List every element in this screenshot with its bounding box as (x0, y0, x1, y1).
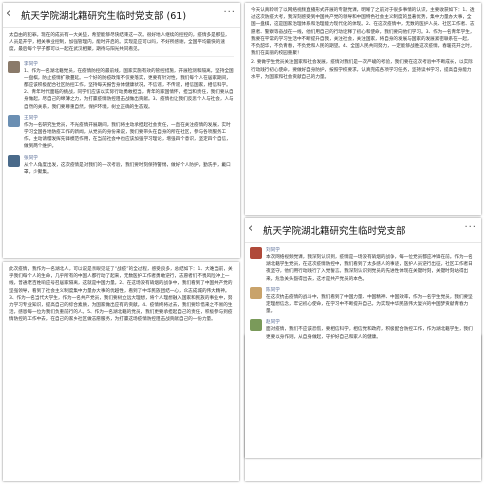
sender-name: 陈同学 (266, 287, 280, 293)
screenshot-panel-4: 此次疫情，我作为一名湖北人，可以说是亲眼见证了“战疫”的全过程，感受良多，总结如… (3, 262, 239, 481)
chat-message: 张同学 从个人角度出发，这次疫情是对我们的一次考验，我们要时刻保持警惕，做好个人… (3, 153, 240, 178)
sender-name: 刘同学 (266, 248, 280, 253)
back-icon[interactable]: ‹ (248, 221, 253, 236)
chat-message: 赵同学 面对疫情，我们不应该恐慌，要相信科学，相信党和政府，积极配合防控工作，作… (245, 317, 481, 342)
avatar[interactable] (250, 286, 262, 299)
chat-message: 陈同学 在这次抗击疫情的战斗中，我们看到了中国力量、中国精神、中国效率，作为一名… (245, 285, 481, 318)
screenshot-panel-3: ‹ 航天学院湖北籍研究生临时党支部 ··· 刘同学 本次网络视频党课，我深刻认识… (245, 218, 481, 458)
more-icon[interactable]: ··· (464, 222, 477, 233)
message-text: 在这次抗击疫情的战斗中，我们看到了中国力量、中国精神、中国效率，作为一名学生党员… (266, 294, 473, 315)
chat-header: ‹ 航天学院湖北籍研究生临时党支部 (61) ··· (3, 3, 240, 28)
message-text: 本次网络视频党课，我深刻认识到，疫情是一场没有硝烟的战争，每一位党员都应冲锋在前… (266, 255, 473, 282)
intro-text: 太自由的犯罪。现在的成员有一大关些，希望能够尽快结束这一次。很好地人继续的控控的… (9, 33, 230, 53)
sender-name: 王同学 (24, 115, 38, 121)
sender-name: 赵同学 (266, 320, 280, 326)
chat-message: 王同学 作为一名研究生党员，不光疫情开展期间，我们将主动承担起社会责任，一直在关… (3, 113, 240, 153)
avatar[interactable] (250, 247, 262, 259)
reflection-text-continued: 2. 要做学生党员关注国家和社会发展，疫情对我们是一次严峻的考验，我们要在这次考… (251, 60, 473, 80)
chat-header: ‹ 航天学院湖北籍研究生临时党支部 ··· (245, 218, 481, 243)
screenshot-panel-2: 今天认真聆听了以网络视频直播形式开展的专题党课，明晰了之前对于很多事情的认识，主… (245, 3, 481, 215)
avatar[interactable] (8, 154, 20, 167)
back-icon[interactable]: ‹ (6, 6, 11, 21)
reflection-text: 此次疫情，我作为一名湖北人，可以说是亲眼见证了“战疫”的全过程，感受良多，总结如… (9, 267, 233, 323)
avatar[interactable] (8, 114, 20, 127)
avatar[interactable] (250, 319, 262, 332)
avatar[interactable] (8, 60, 20, 73)
sender-name: 李同学 (24, 61, 38, 67)
screenshot-panel-1: ‹ 航天学院湖北籍研究生临时党支部 (61) ··· 太自由的犯罪。现在的成员有… (3, 3, 240, 258)
chat-message: 李同学 1、作为一名湖北籍党员，在疫情防控的最前线，国家实施有效的管控措施，开展… (3, 59, 240, 113)
more-icon[interactable]: ··· (223, 7, 236, 18)
chat-title: 航天学院湖北籍研究生临时党支部 (263, 226, 406, 237)
chat-message: 刘同学 本次网络视频党课，我深刻认识到，疫情是一场没有硝烟的战争，每一位党员都应… (245, 243, 481, 285)
sender-name: 张同学 (24, 155, 38, 161)
divider (9, 55, 234, 57)
message-text: 作为一名研究生党员，不光疫情开展期间，我们将主动承担起社会责任，一直在关注疫情的… (24, 122, 231, 150)
message-text: 从个人角度出发，这次疫情是对我们的一次考验，我们要时刻保持警惕，做好个人防护，勤… (24, 162, 231, 175)
chat-title: 航天学院湖北籍研究生临时党支部 (61) (21, 11, 187, 22)
message-text: 面对疫情，我们不应该恐慌，要相信科学，相信党和政府，积极配合防控工作，作为湖北籍… (266, 327, 473, 340)
message-text: 1、作为一名湖北籍党员，在疫情防控的最前线，国家实施有效的管控措施，开展检测和隔… (24, 68, 234, 110)
reflection-text: 今天认真聆听了以网络视频直播形式开展的专题党课，明晰了之前对于很多事情的认识，主… (251, 8, 475, 57)
